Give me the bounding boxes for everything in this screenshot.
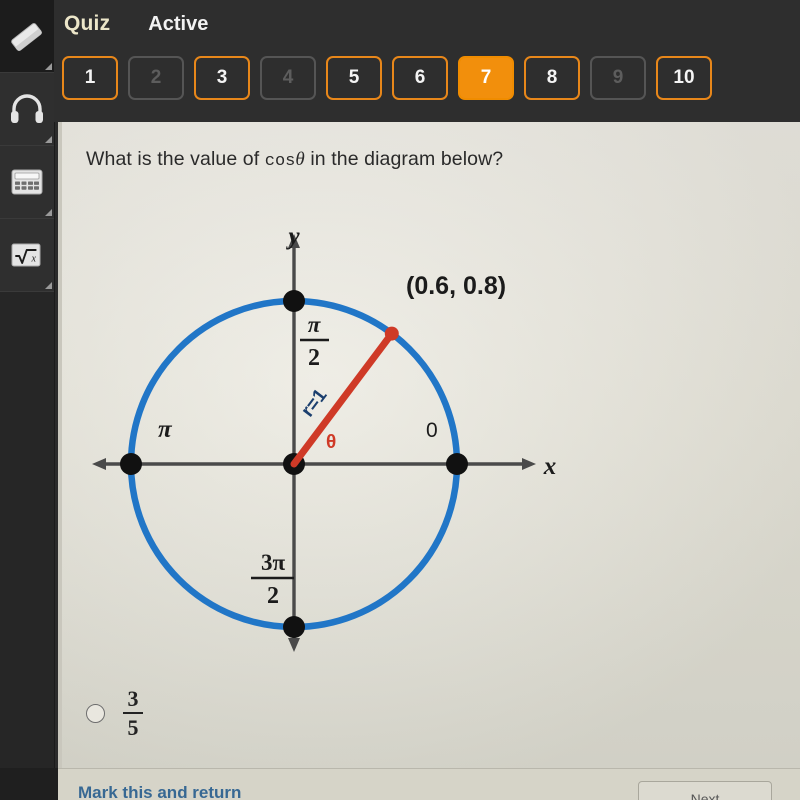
question-prefix: What is the value of [86, 148, 265, 170]
question-function: cos [264, 152, 296, 171]
quiz-label: Quiz [64, 12, 111, 35]
square-root-icon: x [11, 243, 41, 267]
bottom-left-filler [0, 768, 58, 800]
svg-text:x: x [31, 254, 37, 265]
question-button-5[interactable]: 5 [326, 56, 382, 100]
fraction-bar [123, 712, 143, 715]
screen: x Quiz Active 1 2 3 4 5 6 7 8 9 10 What … [0, 0, 800, 800]
question-prompt: What is the value of cosθ in the diagram… [86, 148, 503, 171]
option-a-numerator: 3 [127, 686, 139, 711]
question-number-nav: 1 2 3 4 5 6 7 8 9 10 [62, 56, 712, 100]
x-axis-label: x [543, 453, 557, 480]
y-axis-label: y [285, 223, 300, 250]
angle-label-zero: 0 [426, 419, 438, 442]
angle-label-pi-over-2: π 2 [300, 312, 329, 371]
page-edge [58, 122, 62, 768]
calculator-icon [11, 169, 43, 195]
question-page: What is the value of cosθ in the diagram… [58, 122, 800, 768]
quiz-status-label: Active [148, 13, 209, 35]
question-footer: Mark this and return Next [58, 768, 800, 800]
question-button-2[interactable]: 2 [128, 56, 184, 100]
question-suffix: in the diagram below? [304, 148, 504, 170]
eraser-tool-button[interactable] [0, 0, 54, 73]
quiz-header: Quiz Active 1 2 3 4 5 6 7 8 9 10 [54, 0, 800, 122]
formula-tool-button[interactable]: x [0, 219, 54, 292]
question-button-8[interactable]: 8 [524, 56, 580, 100]
pi-over-2-numerator: π [308, 312, 322, 337]
corner-marker [45, 136, 52, 143]
corner-marker [45, 282, 52, 289]
question-button-7[interactable]: 7 [458, 56, 514, 100]
eraser-icon [11, 23, 42, 51]
three-pi-over-2-numerator: 3π [261, 550, 286, 575]
tool-rail: x [0, 0, 55, 800]
three-pi-over-2-denominator: 2 [267, 583, 279, 609]
question-button-10[interactable]: 10 [656, 56, 712, 100]
question-button-9[interactable]: 9 [590, 56, 646, 100]
terminal-point-marker [384, 326, 399, 341]
angle-label-3pi-over-2: 3π 2 [251, 550, 294, 609]
question-button-4[interactable]: 4 [260, 56, 316, 100]
corner-marker [45, 63, 52, 70]
mark-and-return-link[interactable]: Mark this and return [78, 783, 241, 800]
angle-label-pi: π [158, 416, 173, 443]
point-coordinate-label: (0.6, 0.8) [406, 272, 506, 300]
answer-option-a[interactable]: 3 5 [86, 686, 143, 741]
calculator-tool-button[interactable] [0, 146, 54, 219]
question-button-6[interactable]: 6 [392, 56, 448, 100]
unit-circle-diagram: y x (0.6, 0.8) π 2 3π 2 π 0 r=1 θ [88, 222, 568, 662]
question-variable: θ [295, 149, 305, 170]
option-a-denominator: 5 [127, 715, 139, 741]
pi-over-2-denominator: 2 [308, 345, 320, 371]
option-a-fraction: 3 5 [123, 686, 143, 741]
headphones-tool-button[interactable] [0, 73, 54, 146]
next-button[interactable]: Next [638, 781, 772, 800]
question-button-3[interactable]: 3 [194, 56, 250, 100]
headphones-icon [11, 94, 43, 123]
angle-theta-label: θ [326, 432, 336, 453]
radio-button-option-a[interactable] [86, 704, 105, 724]
quiz-title-row: Quiz Active [64, 12, 208, 36]
corner-marker [45, 209, 52, 216]
question-button-1[interactable]: 1 [62, 56, 118, 100]
